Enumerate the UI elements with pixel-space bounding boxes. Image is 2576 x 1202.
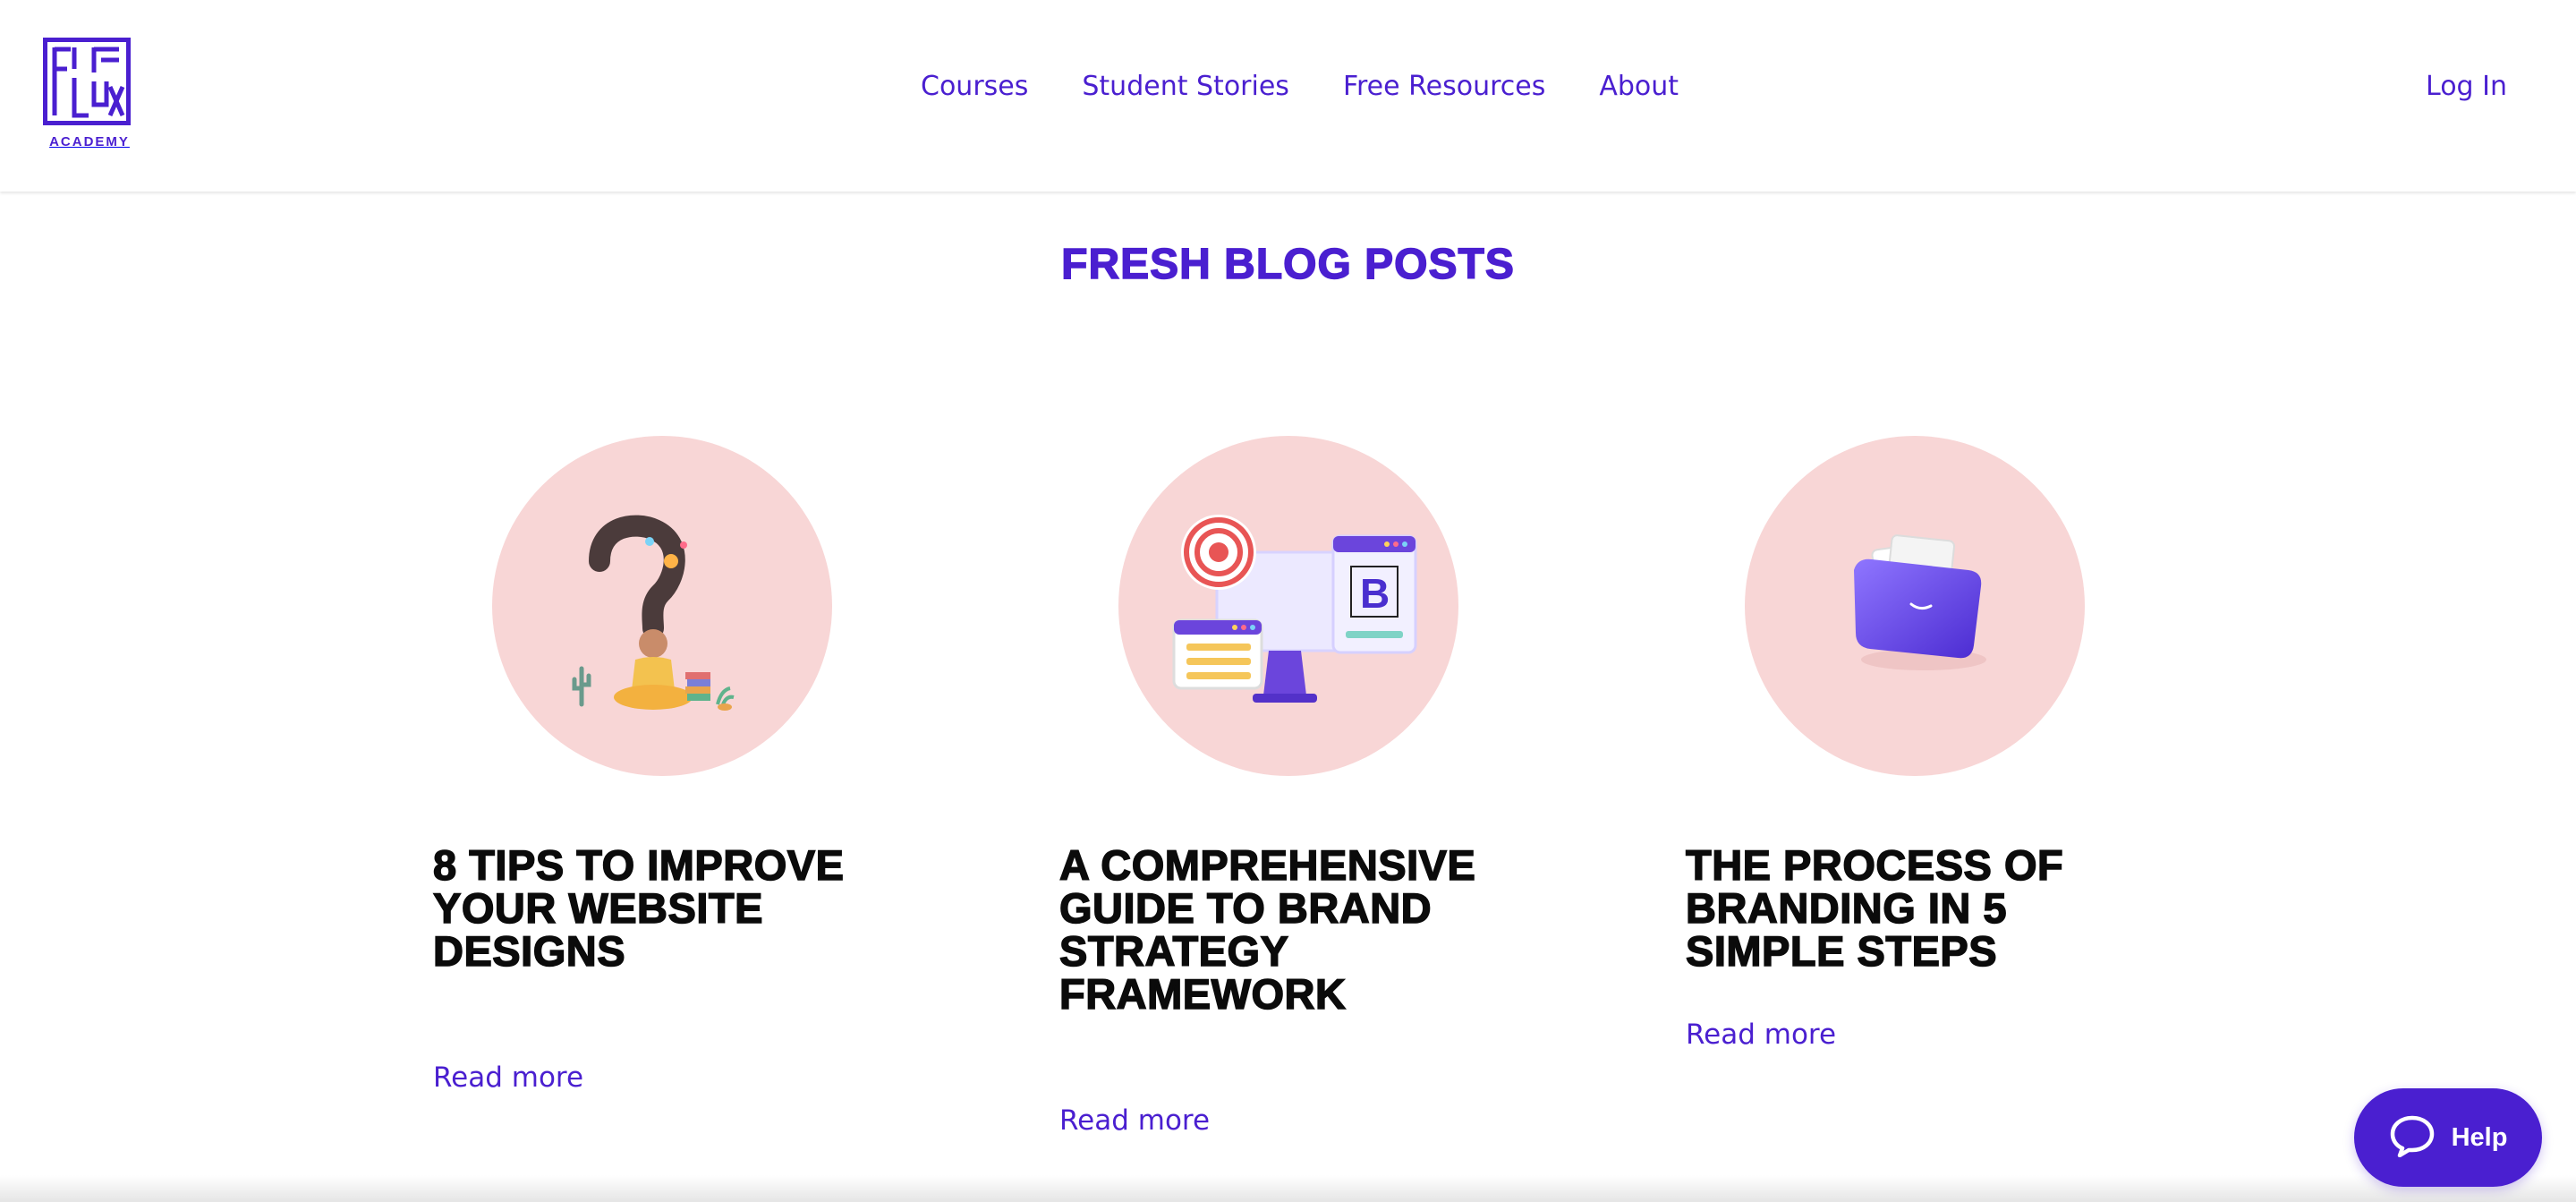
post-title[interactable]: A COMPREHENSIVE GUIDE TO BRAND STRATEGY …: [1058, 843, 1525, 1017]
bottom-shadow: [0, 1175, 2576, 1202]
chat-bubble-icon: [2389, 1114, 2436, 1161]
read-more-link[interactable]: Read more: [433, 1064, 583, 1092]
svg-text:B: B: [1360, 570, 1390, 617]
post-image[interactable]: [492, 436, 832, 776]
nav-student-stories[interactable]: Student Stories: [1082, 73, 1289, 100]
nav-courses[interactable]: Courses: [921, 73, 1028, 100]
logo-subtext: ACADEMY: [49, 134, 130, 149]
main-nav: Courses Student Stories Free Resources A…: [921, 73, 1679, 100]
read-more-link[interactable]: Read more: [1686, 1021, 1836, 1049]
nav-free-resources[interactable]: Free Resources: [1343, 73, 1545, 100]
help-label: Help: [2451, 1122, 2508, 1152]
read-more-link[interactable]: Read more: [1059, 1107, 1210, 1135]
section-title: FRESH BLOG POSTS: [1060, 240, 1515, 289]
help-button[interactable]: Help: [2354, 1088, 2542, 1187]
nav-about[interactable]: About: [1599, 73, 1679, 100]
meditating-person-illustration: [572, 515, 735, 711]
site-header: ACADEMY Courses Student Stories Free Res…: [0, 0, 2576, 192]
flux-academy-logo[interactable]: ACADEMY: [43, 38, 136, 149]
login-link[interactable]: Log In: [2426, 73, 2507, 100]
post-title[interactable]: 8 TIPS TO IMPROVE YOUR WEBSITE DESIGNS: [432, 843, 845, 974]
post-image[interactable]: B: [1118, 436, 1458, 776]
post-title[interactable]: THE PROCESS OF BRANDING IN 5 SIMPLE STEP…: [1685, 843, 2151, 974]
monitor-target-illustration: B: [1172, 515, 1417, 703]
logo-mark: [43, 38, 131, 125]
post-image[interactable]: [1745, 436, 2085, 776]
purple-folder-illustration: [1854, 534, 1986, 670]
